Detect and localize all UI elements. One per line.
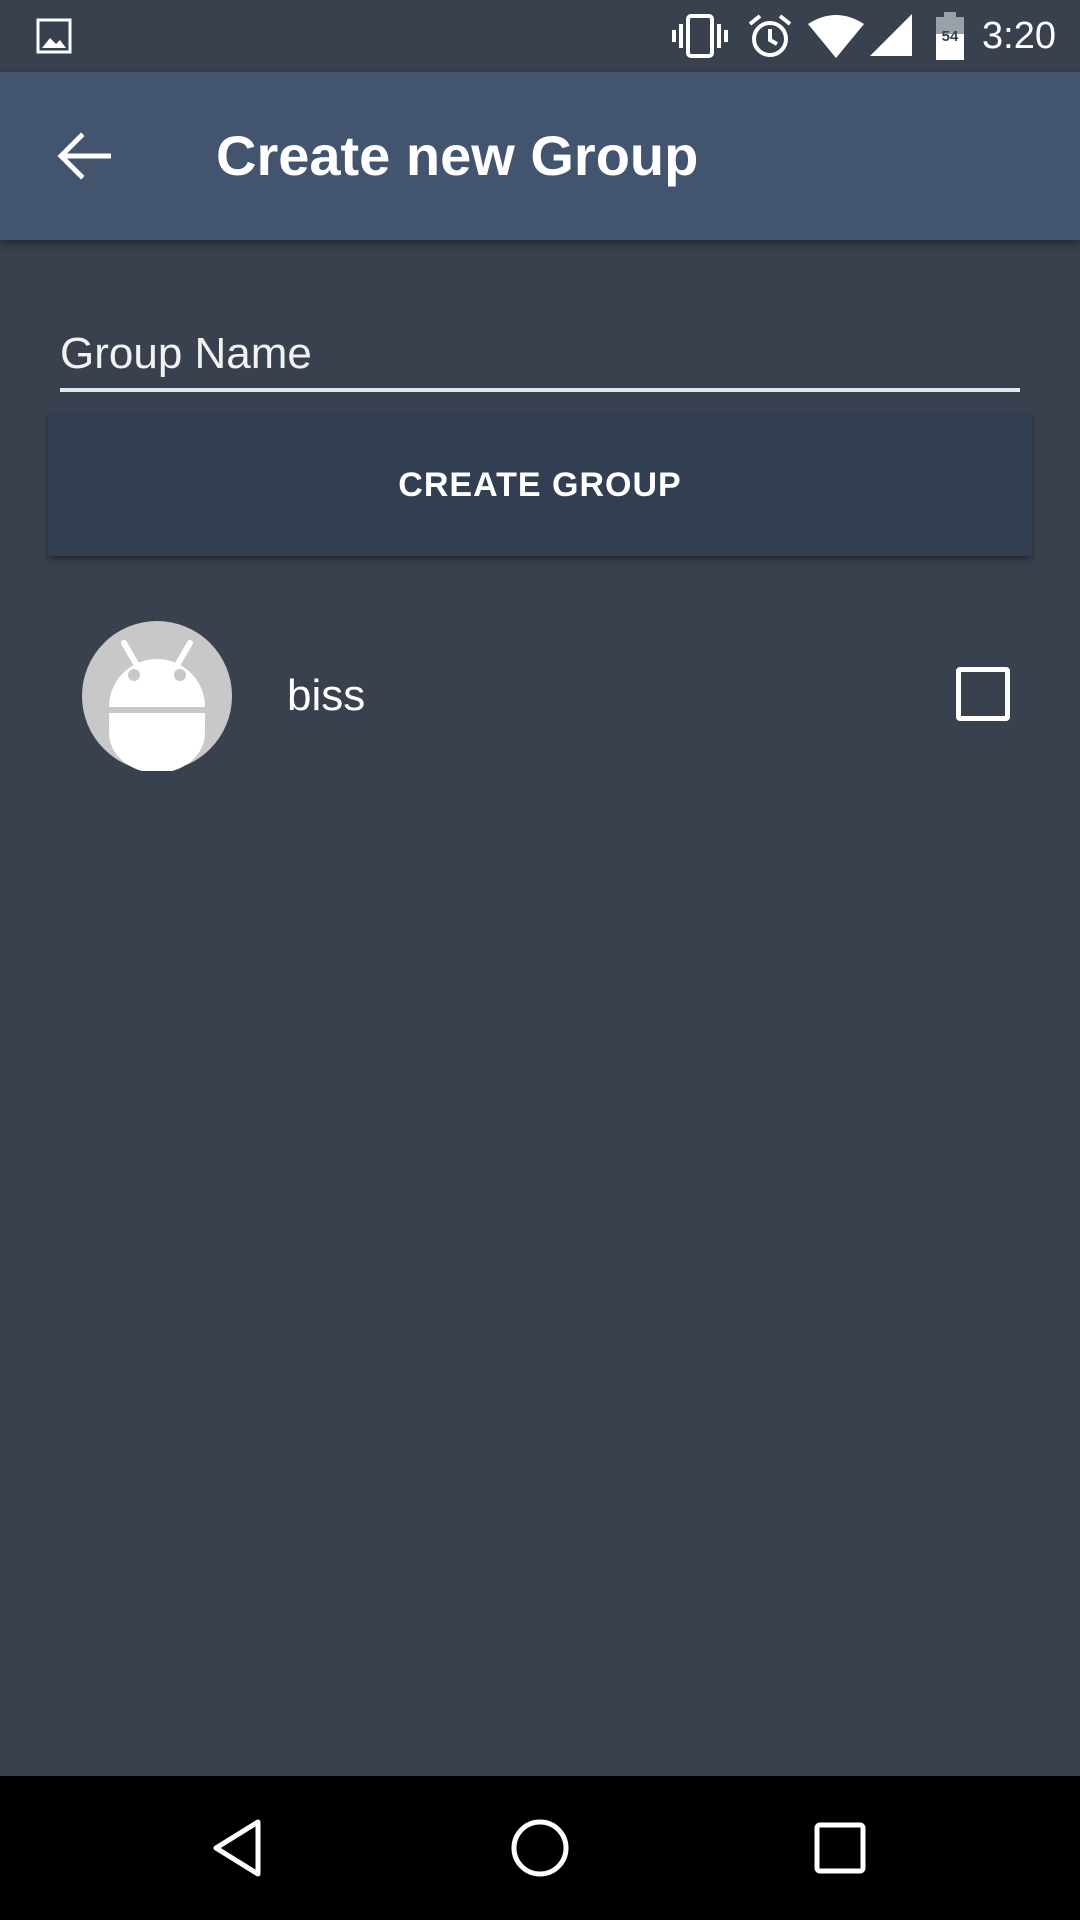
status-bar: 54 3:20 [0,0,1080,72]
create-group-label: CREATE GROUP [398,465,682,504]
alarm-icon [748,14,792,57]
nav-back-button[interactable] [192,1800,288,1896]
app-bar: Create new Group [0,72,1080,240]
image-icon [36,18,72,54]
wifi-icon [808,15,864,58]
create-group-button[interactable]: CREATE GROUP [48,414,1032,556]
page-title: Create new Group [216,124,699,187]
group-name-input[interactable] [60,320,1020,392]
back-triangle-icon [213,1819,261,1877]
battery-level-label: 54 [941,28,959,45]
nav-home-button[interactable] [492,1800,588,1896]
navigation-bar [0,1776,1080,1920]
vibrate-icon [672,14,728,58]
back-button[interactable] [48,120,120,192]
arrow-back-icon [57,132,111,180]
recents-square-icon [814,1822,866,1874]
android-avatar-icon [82,621,232,771]
status-time: 3:20 [982,15,1056,57]
contact-name: biss [287,671,366,720]
cell-signal-icon [870,14,912,56]
contact-select-checkbox[interactable] [956,667,1010,721]
nav-recents-button[interactable] [792,1800,888,1896]
home-circle-icon [511,1819,569,1877]
contact-list-item[interactable]: biss [0,600,1080,790]
